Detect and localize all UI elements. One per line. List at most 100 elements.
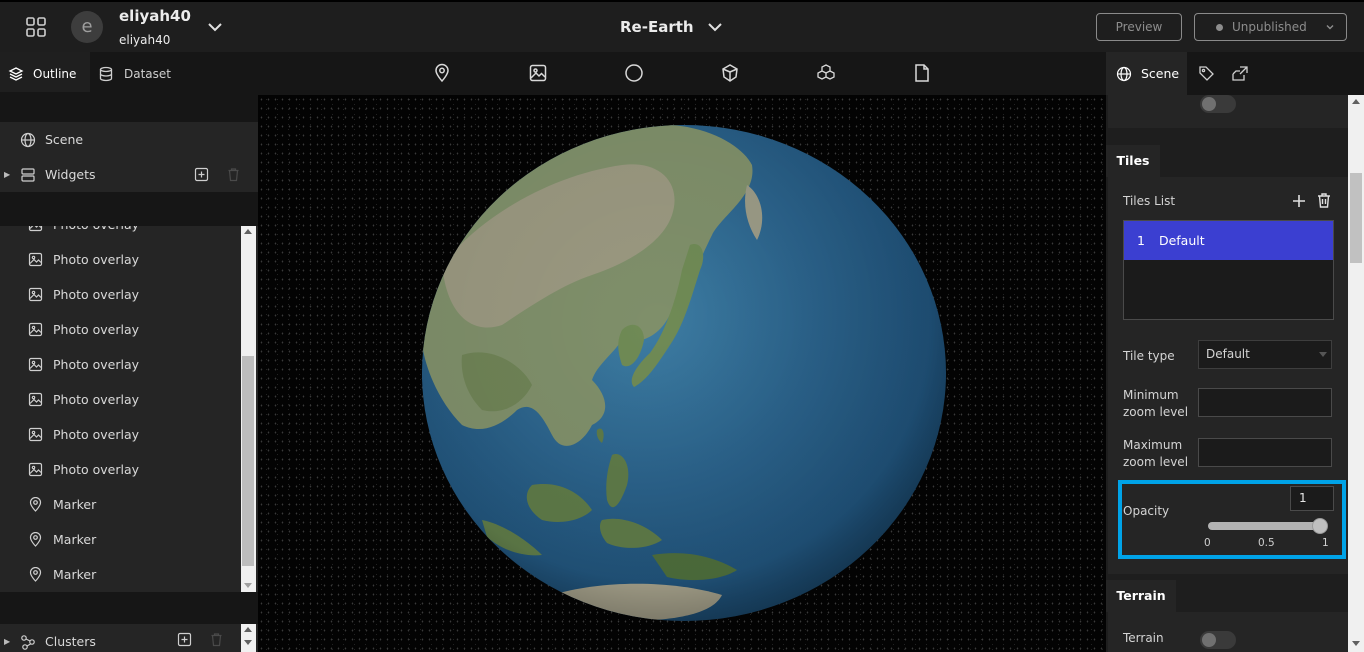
delete-icon[interactable] xyxy=(226,167,241,182)
layer-item[interactable]: Marker xyxy=(0,522,240,557)
tiles-list: 1 Default xyxy=(1123,220,1334,320)
image-icon xyxy=(28,427,43,442)
scroll-up-icon[interactable] xyxy=(244,627,252,632)
status-dot-icon xyxy=(1216,24,1223,31)
opacity-slider-handle[interactable] xyxy=(1312,518,1328,534)
scroll-down-icon[interactable] xyxy=(1352,641,1360,646)
opacity-mark-max: 1 xyxy=(1322,537,1329,549)
min-zoom-input[interactable] xyxy=(1198,388,1332,417)
circle-tool-icon[interactable] xyxy=(624,63,644,83)
terrain-section-tab: Terrain xyxy=(1106,580,1176,612)
tab-scene-label: Scene xyxy=(1141,66,1180,81)
image-icon xyxy=(28,322,43,337)
export-icon[interactable] xyxy=(1231,65,1249,82)
workspace-subtitle: eliyah40 xyxy=(119,33,171,47)
properties-scrollbar[interactable] xyxy=(1348,95,1364,652)
scroll-down-icon[interactable] xyxy=(244,583,252,588)
outline-scene-item[interactable]: Scene xyxy=(0,122,258,157)
file-tool-icon[interactable] xyxy=(912,63,932,83)
layer-label: Photo overlay xyxy=(53,252,140,267)
max-zoom-label-line1: Maximum xyxy=(1123,438,1183,452)
clusters-scrollbar[interactable] xyxy=(241,624,256,652)
tab-scene[interactable]: Scene xyxy=(1106,52,1187,95)
max-zoom-label: Maximum zoom level xyxy=(1123,437,1188,471)
add-cluster-icon[interactable] xyxy=(177,632,192,647)
scene-properties: Tiles Tiles List 1 Default Tile type Def… xyxy=(1106,95,1348,652)
tile-type-select[interactable]: Default xyxy=(1198,340,1332,369)
add-widget-icon[interactable] xyxy=(194,167,209,182)
opacity-slider[interactable] xyxy=(1208,518,1328,534)
tab-outline[interactable]: Outline xyxy=(0,52,90,92)
layers-icon xyxy=(8,67,24,81)
workspace-avatar[interactable]: e xyxy=(71,11,103,43)
layers-scrollbar[interactable] xyxy=(241,226,256,592)
scroll-up-icon[interactable] xyxy=(1352,99,1360,104)
layer-label: Photo overlay xyxy=(53,462,140,477)
layer-item[interactable]: Photo overlay xyxy=(0,312,240,347)
terrain-toggle[interactable] xyxy=(1200,631,1236,649)
apps-grid-icon[interactable] xyxy=(24,15,48,39)
layer-item[interactable]: Photo overlay xyxy=(0,242,240,277)
marker-tool-icon[interactable] xyxy=(432,63,452,83)
database-icon xyxy=(99,66,113,82)
outline-clusters-item[interactable]: ▶ Clusters xyxy=(0,624,258,652)
layer-item[interactable]: Photo overlay xyxy=(0,417,240,452)
globe-icon xyxy=(20,132,36,148)
box-tool-icon[interactable] xyxy=(720,63,740,83)
layers-list: Photo overlay Photo overlay Photo overlay P… xyxy=(0,226,258,592)
image-icon xyxy=(28,462,43,477)
layer-item[interactable]: Photo overlay xyxy=(0,226,240,242)
publish-status-button[interactable]: Unpublished xyxy=(1194,13,1347,41)
map-viewport[interactable] xyxy=(258,95,1106,652)
layer-label: Photo overlay xyxy=(53,357,140,372)
earth-globe[interactable] xyxy=(422,125,946,621)
widgets-icon xyxy=(21,168,35,182)
project-title[interactable]: Re-Earth xyxy=(620,18,694,36)
delete-icon[interactable] xyxy=(209,632,224,647)
outline-widgets-item[interactable]: ▶ Widgets xyxy=(0,157,258,192)
layer-item[interactable]: Marker xyxy=(0,487,240,522)
scroll-down-icon[interactable] xyxy=(244,640,252,645)
layer-item[interactable]: Photo overlay xyxy=(0,347,240,382)
expand-caret-icon[interactable]: ▶ xyxy=(4,157,10,192)
image-icon xyxy=(28,226,43,232)
scrollbar-thumb[interactable] xyxy=(242,356,254,566)
chevron-down-icon xyxy=(1326,25,1334,30)
clusters-label: Clusters xyxy=(45,634,96,649)
scroll-up-icon[interactable] xyxy=(244,229,252,234)
left-panel-tabs: Outline Dataset xyxy=(0,52,258,92)
tag-icon[interactable] xyxy=(1198,65,1215,82)
workspace-chevron-down-icon[interactable] xyxy=(206,18,224,36)
toggle-knob xyxy=(1202,97,1216,111)
opacity-input[interactable]: 1 xyxy=(1290,486,1334,511)
layer-item[interactable]: Photo overlay xyxy=(0,277,240,312)
min-zoom-label-line2: zoom level xyxy=(1123,405,1189,419)
model-tool-icon[interactable] xyxy=(816,63,836,83)
delete-tile-icon[interactable] xyxy=(1316,192,1332,209)
layer-item[interactable]: Photo overlay xyxy=(0,452,240,487)
image-icon xyxy=(28,252,43,267)
scrollbar-thumb[interactable] xyxy=(1350,173,1362,263)
opacity-label: Opacity xyxy=(1123,504,1170,518)
expand-caret-icon[interactable]: ▶ xyxy=(4,624,10,652)
terrain-label: Terrain xyxy=(1123,631,1164,645)
widgets-label: Widgets xyxy=(45,167,96,182)
tab-dataset[interactable]: Dataset xyxy=(90,52,178,92)
image-tool-icon[interactable] xyxy=(528,63,548,83)
layer-label: Photo overlay xyxy=(53,287,140,302)
tiles-list-item-default[interactable]: 1 Default xyxy=(1124,221,1333,260)
image-icon xyxy=(28,287,43,302)
max-zoom-input[interactable] xyxy=(1198,438,1332,467)
preview-button[interactable]: Preview xyxy=(1096,13,1182,41)
layer-item[interactable]: Photo overlay xyxy=(0,382,240,417)
project-chevron-down-icon[interactable] xyxy=(706,18,724,36)
workspace-name[interactable]: eliyah40 xyxy=(119,7,191,25)
outline-panel: Outline Dataset Scene ▶ Widgets Photo ov… xyxy=(0,52,258,652)
setting-toggle[interactable] xyxy=(1200,95,1236,113)
globe-landmass xyxy=(422,125,946,621)
marker-icon xyxy=(29,567,42,582)
image-icon xyxy=(28,357,43,372)
layer-item[interactable]: Marker xyxy=(0,557,240,592)
tile-index: 1 xyxy=(1137,233,1145,248)
add-tile-icon[interactable] xyxy=(1291,193,1307,209)
